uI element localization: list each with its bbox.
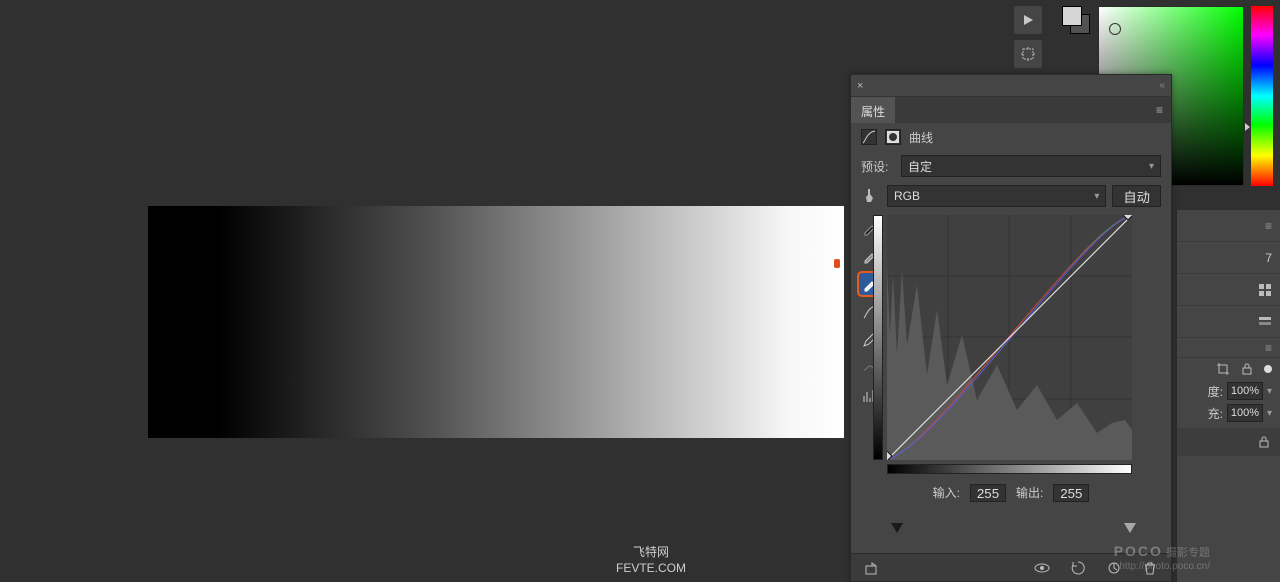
input-label: 输入: xyxy=(933,484,960,502)
channels-icon xyxy=(1258,315,1272,329)
properties-footer xyxy=(851,553,1171,581)
output-gradient-strip xyxy=(873,215,883,460)
play-icon[interactable] xyxy=(1014,6,1042,34)
crop-icon[interactable] xyxy=(1216,362,1230,376)
menu-icon[interactable]: ≡ xyxy=(1265,219,1272,233)
fill-row: 充: ▾ xyxy=(1177,402,1280,424)
lock-icon[interactable] xyxy=(1240,362,1254,376)
highlights-slider-thumb[interactable] xyxy=(1124,523,1136,533)
menu-icon[interactable]: ≡ xyxy=(1148,97,1171,123)
layer-item[interactable] xyxy=(1177,428,1280,456)
auto-button[interactable]: 自动 xyxy=(1112,185,1161,207)
document-gradient-image[interactable] xyxy=(148,206,844,438)
opacity-label: 度: xyxy=(1208,383,1223,400)
hue-slider[interactable] xyxy=(1251,6,1273,186)
canvas-workspace[interactable] xyxy=(0,0,845,582)
channel-7-label: 7 xyxy=(1265,251,1272,265)
color-field-cursor[interactable] xyxy=(1109,23,1121,35)
channel-value: RGB xyxy=(894,189,920,203)
preset-select[interactable]: 自定 ▾ xyxy=(901,155,1161,177)
menu-icon[interactable]: ≡ xyxy=(1265,341,1272,355)
foreground-color-swatch[interactable] xyxy=(1062,6,1082,26)
channels-header: ≡ xyxy=(1177,210,1280,242)
lock-dot-icon[interactable] xyxy=(1264,365,1272,373)
adjustment-type-label: 曲线 xyxy=(909,129,933,146)
chevron-down-icon: ▾ xyxy=(1094,191,1099,202)
output-label: 输出: xyxy=(1016,484,1043,502)
input-gradient-strip xyxy=(887,464,1132,474)
lock-icon xyxy=(1258,436,1270,448)
channels-icon-row[interactable] xyxy=(1177,306,1280,338)
panel-tabs: 属性 ≡ xyxy=(851,97,1171,123)
grid-icon xyxy=(1258,283,1272,297)
channel-grid-icon-row[interactable] xyxy=(1177,274,1280,306)
finger-target-icon[interactable] xyxy=(861,187,881,205)
curves-graph[interactable] xyxy=(887,215,1132,460)
previous-icon[interactable] xyxy=(1069,559,1087,577)
tool-preset-column xyxy=(1014,6,1048,74)
opacity-row: 度: ▾ xyxy=(1177,380,1280,402)
shadows-slider-thumb[interactable] xyxy=(891,523,903,533)
reset-icon[interactable] xyxy=(1105,559,1123,577)
transform-icon[interactable] xyxy=(1014,40,1042,68)
histogram-sliders[interactable] xyxy=(891,523,1136,537)
properties-panel: × « 属性 ≡ 曲线 预设: 自定 ▾ RGB ▾ 自动 xyxy=(850,74,1172,582)
preset-label: 预设: xyxy=(861,158,895,175)
chevron-down-icon[interactable]: ▾ xyxy=(1267,386,1272,397)
tab-properties[interactable]: 属性 xyxy=(851,97,895,123)
collapse-icon[interactable]: « xyxy=(1159,80,1165,91)
chevron-down-icon: ▾ xyxy=(1149,161,1154,172)
preset-value: 自定 xyxy=(908,158,932,175)
trash-icon[interactable] xyxy=(1141,559,1159,577)
channel-select[interactable]: RGB ▾ xyxy=(887,185,1106,207)
foreground-background-swatch[interactable] xyxy=(1062,6,1092,34)
opacity-field[interactable] xyxy=(1227,382,1263,400)
curves-adjustment-icon xyxy=(861,129,877,145)
close-icon[interactable]: × xyxy=(857,80,863,92)
layer-lock-row xyxy=(1177,358,1280,380)
fill-field[interactable] xyxy=(1227,404,1263,422)
mask-icon xyxy=(885,129,901,145)
layers-header: ≡ xyxy=(1177,338,1280,358)
visibility-icon[interactable] xyxy=(1033,559,1051,577)
output-value-field[interactable] xyxy=(1053,484,1089,502)
panel-titlebar[interactable]: × « xyxy=(851,75,1171,97)
fill-label: 充: xyxy=(1208,405,1223,422)
chevron-down-icon[interactable]: ▾ xyxy=(1267,408,1272,419)
input-value-field[interactable] xyxy=(970,484,1006,502)
hue-slider-thumb[interactable] xyxy=(1245,123,1250,131)
channel-item[interactable]: 7 xyxy=(1177,242,1280,274)
sample-marker[interactable] xyxy=(834,259,840,268)
right-panel-stack: ≡ 7 ≡ 度: ▾ 充: ▾ xyxy=(1176,210,1280,582)
clip-mask-icon[interactable] xyxy=(863,559,881,577)
